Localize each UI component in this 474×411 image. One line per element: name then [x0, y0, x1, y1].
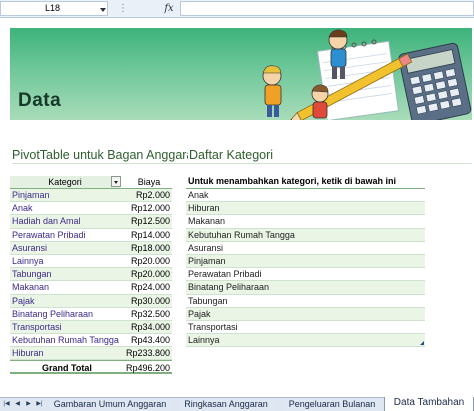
pivot-title: PivotTable untuk Bagan Anggaran — [12, 148, 188, 162]
pivot-row-kategori: Kebutuhan Rumah Tangga — [12, 335, 119, 346]
list-item[interactable]: Transportasi — [186, 321, 425, 335]
pivot-row-biaya: Rp233.800 — [125, 348, 170, 359]
pivot-header: Kategori Biaya — [10, 175, 172, 189]
cell-reference: L18 — [45, 3, 61, 13]
table-row[interactable]: Hiburan Rp233.800 — [10, 347, 172, 361]
list-item[interactable]: Kebutuhan Rumah Tangga — [186, 228, 425, 242]
list-item[interactable]: Anak — [186, 189, 425, 203]
tab-ringkasan-anggaran[interactable]: Ringkasan Anggaran — [178, 398, 274, 411]
list-item[interactable]: Binatang Peliharaan — [186, 281, 425, 295]
pivot-row-kategori: Asuransi — [12, 242, 48, 253]
category-table[interactable]: Untuk menambahkan kategori, ketik di baw… — [186, 175, 425, 348]
table-row[interactable]: Transportasi Rp34.000 — [10, 320, 172, 335]
pivot-table[interactable]: Kategori Biaya Pinjaman Rp2.000 Anak Rp12.… — [10, 175, 172, 375]
last-sheet-icon[interactable]: ▶| — [35, 398, 44, 411]
drag-handle-icon[interactable]: ⋮ — [118, 3, 128, 15]
grand-total-value: Rp496.200 — [125, 363, 170, 374]
grand-total-label: Grand Total — [42, 363, 92, 374]
list-item[interactable]: Perawatan Pribadi — [186, 268, 425, 282]
section-title-bar: PivotTable untuk Bagan Anggaran Daftar K… — [12, 148, 472, 164]
pivot-row-biaya: Rp14.000 — [130, 229, 170, 240]
table-row[interactable]: Makanan Rp24.000 — [10, 281, 172, 295]
chevron-down-icon[interactable] — [100, 8, 106, 12]
tab-data-tambahan[interactable]: Data Tambahan — [384, 397, 474, 411]
pivot-row-biaya: Rp43.400 — [130, 335, 170, 346]
table-row[interactable]: Lainnya Rp20.000 — [10, 255, 172, 269]
pivot-row-biaya: Rp32.500 — [130, 308, 170, 319]
first-sheet-icon[interactable]: |◀ — [2, 398, 11, 411]
pivot-row-kategori: Pinjaman — [12, 190, 50, 200]
pivot-row-biaya: Rp34.000 — [130, 321, 170, 332]
table-row[interactable]: Kebutuhan Rumah Tangga Rp43.400 — [10, 334, 172, 348]
category-list: Anak Hiburan Makanan Kebutuhan Rumah Tan… — [186, 189, 425, 348]
list-item[interactable]: Pinjaman — [186, 254, 425, 269]
previous-sheet-icon[interactable]: ◀ — [13, 398, 22, 411]
banner-illustration — [262, 29, 472, 120]
pivot-row-kategori: Binatang Peliharaan — [12, 308, 94, 319]
formula-bar: L18 ⋮ fx — [0, 0, 474, 18]
pivot-row-kategori: Makanan — [12, 282, 50, 293]
pivot-body: Pinjaman Rp2.000 Anak Rp12.000 Hadiah dan … — [10, 189, 172, 361]
pivot-row-kategori: Hadiah dan Amal — [12, 216, 81, 227]
page-title: Data — [18, 90, 62, 111]
list-item[interactable]: Asuransi — [186, 242, 425, 255]
pivot-row-biaya: Rp12.500 — [130, 216, 170, 227]
pivot-row-biaya: Rp2.000 — [135, 190, 170, 200]
pivot-header-biaya: Biaya — [137, 177, 161, 187]
category-table-header: Untuk menambahkan kategori, ketik di baw… — [186, 175, 425, 189]
pivot-row-kategori: Hiburan — [12, 348, 44, 359]
formula-input[interactable] — [180, 1, 474, 16]
table-row[interactable]: Binatang Peliharaan Rp32.500 — [10, 308, 172, 321]
insert-function-icon[interactable]: fx — [160, 1, 178, 16]
pivot-row-kategori: Pajak — [12, 295, 35, 306]
table-row[interactable]: Pajak Rp30.000 — [10, 294, 172, 308]
table-row[interactable]: Anak Rp12.000 — [10, 202, 172, 216]
category-title: Daftar Kategori — [189, 148, 274, 162]
pivot-row-kategori: Anak — [12, 203, 33, 214]
next-sheet-icon[interactable]: ▶ — [24, 398, 33, 411]
name-box[interactable]: L18 — [0, 1, 108, 16]
filter-dropdown-icon[interactable] — [111, 176, 121, 187]
pivot-row-kategori: Lainnya — [12, 255, 44, 266]
list-item[interactable]: Hiburan — [186, 202, 425, 216]
tab-gambaran-umum-anggaran[interactable]: Gambaran Umum Anggaran — [50, 398, 170, 411]
tab-pengeluaran-bulanan[interactable]: Pengeluaran Bulanan — [282, 398, 382, 411]
list-item[interactable]: Makanan — [186, 215, 425, 229]
table-row[interactable]: Tabungan Rp20.000 — [10, 268, 172, 282]
banner: Data — [10, 28, 472, 120]
list-item[interactable]: Lainnya — [186, 334, 425, 348]
pivot-row-biaya: Rp12.000 — [130, 203, 170, 214]
table-row[interactable]: Hadiah dan Amal Rp12.500 — [10, 215, 172, 229]
table-row[interactable]: Asuransi Rp18.000 — [10, 241, 172, 255]
list-item[interactable]: Tabungan — [186, 295, 425, 308]
pivot-row-kategori: Transportasi — [12, 321, 62, 332]
pivot-header-kategori: Kategori — [10, 176, 120, 188]
pivot-row-biaya: Rp24.000 — [130, 282, 170, 293]
pivot-row-biaya: Rp30.000 — [130, 295, 170, 306]
sheet-tab-bar: |◀ ◀ ▶ ▶| Gambaran Umum Anggaran Ringkas… — [0, 397, 474, 411]
table-row[interactable]: Pinjaman Rp2.000 — [10, 189, 172, 203]
pivot-row-kategori: Perawatan Pribadi — [12, 229, 86, 240]
list-item[interactable]: Pajak — [186, 307, 425, 321]
pivot-row-biaya: Rp18.000 — [130, 242, 170, 253]
pivot-row-kategori: Tabungan — [12, 269, 52, 280]
table-row[interactable]: Perawatan Pribadi Rp14.000 — [10, 229, 172, 242]
pivot-row-biaya: Rp20.000 — [130, 269, 170, 280]
table-resize-handle-icon[interactable] — [420, 341, 424, 346]
pivot-row-biaya: Rp20.000 — [130, 255, 170, 266]
grand-total-row[interactable]: Grand Total Rp496.200 — [10, 360, 172, 375]
